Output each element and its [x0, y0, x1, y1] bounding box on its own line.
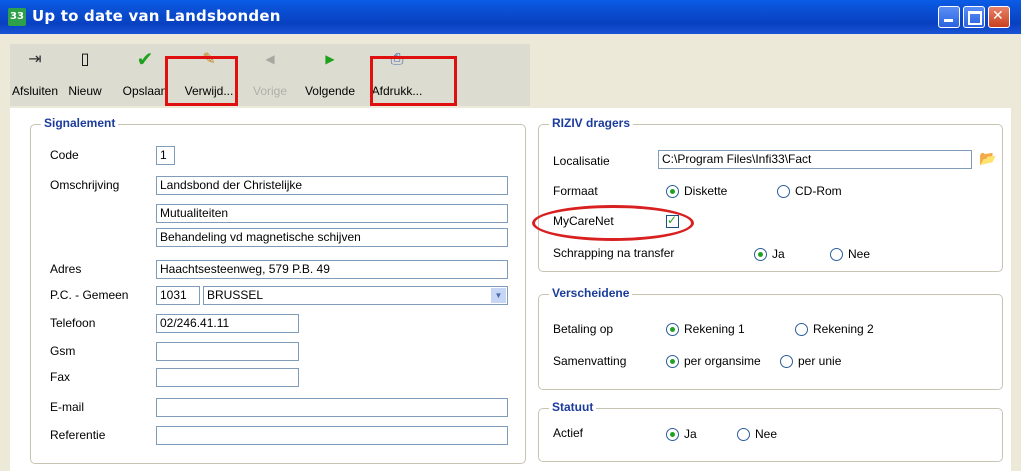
betaling-rekening1-radio[interactable]: [666, 323, 679, 336]
samenvatting-organisme-label: per organsime: [684, 354, 761, 368]
localisatie-field[interactable]: C:\Program Files\Infi33\Fact: [658, 150, 972, 169]
formaat-cdrom-radio[interactable]: [777, 185, 790, 198]
verscheidene-group: Verscheidene: [538, 286, 1003, 390]
form-content: Signalement Code 1 Omschrijving Landsbon…: [10, 108, 1011, 471]
title-bar: 33 Up to date van Landsbonden: [0, 0, 1021, 34]
actief-label: Actief: [553, 426, 584, 440]
arrow-right-icon: ▶: [325, 52, 335, 66]
samenvatting-unie-radio[interactable]: [780, 355, 793, 368]
email-field[interactable]: [156, 398, 508, 417]
actief-ja-label: Ja: [684, 427, 697, 441]
riziv-title: RIZIV dragers: [549, 116, 634, 130]
maximize-button[interactable]: [963, 6, 985, 28]
volgende-highlight: [370, 56, 457, 106]
adres-label: Adres: [50, 262, 82, 276]
omschrijving-line-2[interactable]: Mutualiteiten: [156, 204, 508, 223]
samenvatting-label: Samenvatting: [553, 354, 627, 368]
exit-door-icon: ⇥: [28, 49, 42, 68]
formaat-cdrom-label: CD-Rom: [795, 184, 842, 198]
vorige-button[interactable]: ◀ Vorige: [242, 48, 298, 104]
folder-open-icon[interactable]: 📂: [979, 151, 996, 167]
formaat-diskette-radio[interactable]: [666, 185, 679, 198]
omschrijving-line-3[interactable]: Behandeling vd magnetische schijven: [156, 228, 508, 247]
statuut-title: Statuut: [549, 400, 597, 414]
samenvatting-organisme-radio[interactable]: [666, 355, 679, 368]
telefoon-label: Telefoon: [50, 316, 96, 330]
schrapping-nee-radio[interactable]: [830, 248, 843, 261]
gsm-field[interactable]: [156, 342, 299, 361]
betaling-label: Betaling op: [553, 322, 614, 336]
code-field[interactable]: 1: [156, 146, 175, 165]
referentie-field[interactable]: [156, 426, 508, 445]
actief-nee-label: Nee: [755, 427, 778, 441]
afsluiten-button[interactable]: ⇥ Afsluiten: [10, 48, 60, 104]
localisatie-label: Localisatie: [553, 154, 610, 168]
window-title: Up to date van Landsbonden: [32, 7, 281, 25]
fax-label: Fax: [50, 370, 71, 384]
close-button[interactable]: [988, 6, 1010, 28]
mycarenet-highlight-ellipse: [532, 205, 694, 241]
schrapping-ja-label: Ja: [772, 247, 785, 261]
pc-gemeente-label: P.C. - Gemeen: [50, 288, 129, 302]
schrapping-label: Schrapping na transfer: [553, 246, 675, 260]
referentie-label: Referentie: [50, 428, 106, 442]
actief-ja-radio[interactable]: [666, 428, 679, 441]
gemeente-value: BRUSSEL: [207, 288, 264, 302]
betaling-rekening2-radio[interactable]: [795, 323, 808, 336]
omschrijving-label: Omschrijving: [50, 178, 120, 192]
formaat-label: Formaat: [553, 184, 598, 198]
adres-field[interactable]: Haachtsesteenweg, 579 P.B. 49: [156, 260, 508, 279]
email-label: E-mail: [50, 400, 85, 414]
betaling-rekening1-label: Rekening 1: [684, 322, 745, 336]
samenvatting-unie-label: per unie: [798, 354, 842, 368]
code-label: Code: [50, 148, 79, 162]
gemeente-dropdown[interactable]: BRUSSEL ▼: [203, 286, 508, 305]
volgende-button[interactable]: ▶ Volgende: [300, 48, 360, 104]
minimize-button[interactable]: [938, 6, 960, 28]
app-icon: 33: [8, 8, 26, 26]
betaling-rekening2-label: Rekening 2: [813, 322, 874, 336]
application-window: 33 Up to date van Landsbonden ⇥ Afsluite…: [0, 0, 1021, 471]
telefoon-field[interactable]: 02/246.41.11: [156, 314, 299, 333]
fax-field[interactable]: [156, 368, 299, 387]
verscheidene-title: Verscheidene: [549, 286, 633, 300]
gsm-label: Gsm: [50, 344, 76, 358]
schrapping-nee-label: Nee: [848, 247, 871, 261]
omschrijving-line-1[interactable]: Landsbond der Christelijke: [156, 176, 508, 195]
signalement-title: Signalement: [41, 116, 119, 130]
opslaan-highlight: [165, 56, 238, 106]
postcode-field[interactable]: 1031: [156, 286, 200, 305]
new-document-icon: ▯: [80, 49, 90, 68]
formaat-diskette-label: Diskette: [684, 184, 728, 198]
actief-nee-radio[interactable]: [737, 428, 750, 441]
chevron-down-icon[interactable]: ▼: [491, 288, 506, 303]
schrapping-ja-radio[interactable]: [754, 248, 767, 261]
nieuw-button[interactable]: ▯ Nieuw: [60, 48, 110, 104]
arrow-left-icon: ◀: [265, 52, 275, 66]
